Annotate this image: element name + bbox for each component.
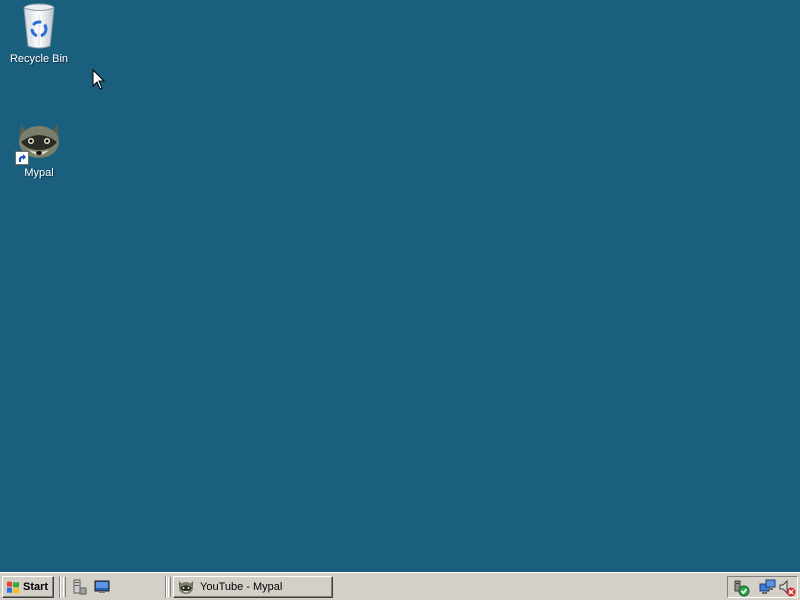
mypal-label: Mypal [24,167,54,179]
taskbar-separator [165,576,167,598]
raccoon-icon [179,581,193,594]
start-label: Start [23,581,49,593]
start-button[interactable]: Start [2,576,54,598]
security-shield-icon[interactable] [732,579,750,597]
desktop[interactable]: Recycle Bin Mypal [0,0,800,572]
task-label: YouTube - Mypal [200,581,283,593]
volume-muted-icon[interactable] [778,579,796,597]
recycle-bin-icon [15,2,63,50]
taskbar-grip[interactable] [168,577,171,597]
recycle-bin-label: Recycle Bin [9,53,69,65]
desktop-icon-recycle-bin[interactable]: Recycle Bin [1,2,77,65]
desktop-icon-mypal[interactable]: Mypal [1,116,77,179]
windows-flag-icon [7,581,19,594]
quick-launch-grip[interactable] [63,577,66,597]
taskbar-button-youtube-mypal[interactable]: YouTube - Mypal [173,576,333,598]
shortcut-arrow-icon [15,151,29,165]
taskbar-separator [59,576,61,598]
raccoon-icon [15,116,63,165]
mouse-cursor-icon [92,69,106,90]
server-manager-icon[interactable] [71,579,87,595]
show-desktop-icon[interactable] [94,579,110,595]
network-icon[interactable] [759,579,777,597]
taskbar: Start YouTube - Mypal [0,572,800,600]
system-tray [727,576,798,598]
